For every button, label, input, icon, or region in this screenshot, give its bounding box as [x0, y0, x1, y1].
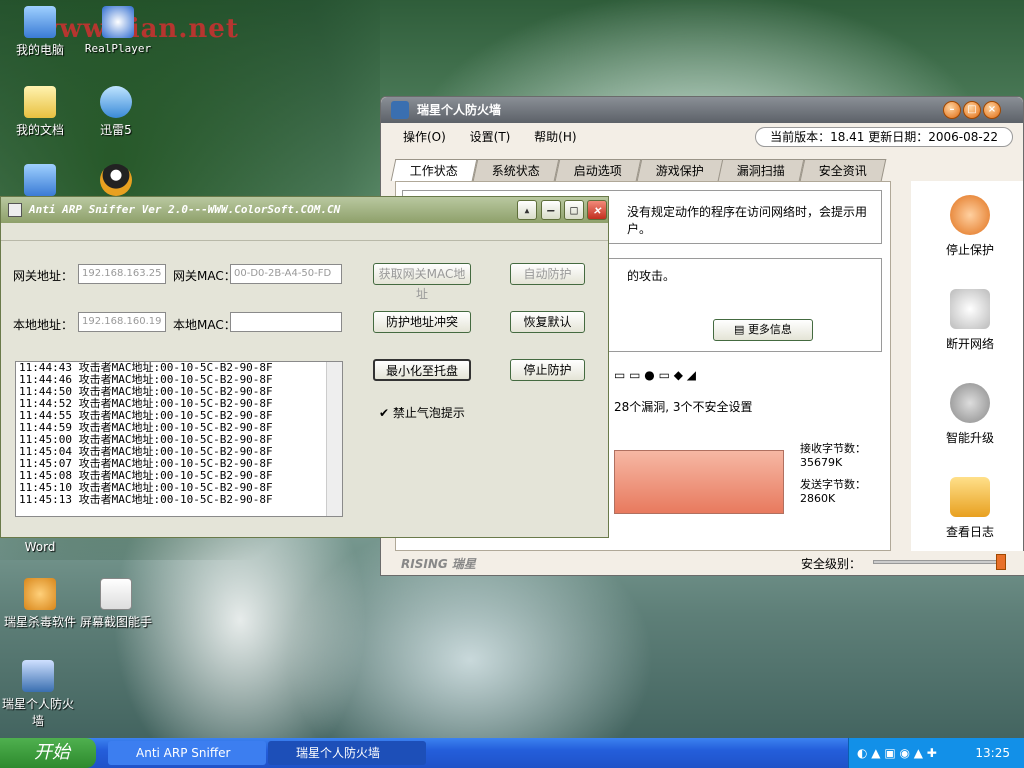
tab-work-status[interactable]: 工作状态: [390, 159, 478, 181]
recv-label: 接收字节数：: [800, 442, 866, 455]
stop-protect-button[interactable]: 停止防护: [510, 359, 585, 381]
protect-conflict-button[interactable]: 防护地址冲突: [373, 311, 471, 333]
arp-title-bar[interactable]: Anti ARP Sniffer Ver 2.0---WWW.ColorSoft…: [1, 197, 608, 223]
local-mac-label: 本地MAC：: [173, 318, 236, 332]
send-label: 发送字节数：: [800, 478, 866, 491]
rising-title: 瑞星个人防火墙: [417, 103, 502, 117]
rising-app-icon: [391, 101, 409, 119]
desktop-icon-realplayer[interactable]: RealPlayer: [78, 6, 158, 55]
arp-title: Anti ARP Sniffer Ver 2.0---WWW.ColorSoft…: [29, 203, 341, 216]
traffic-stats: 接收字节数： 35679K 发送字节数： 2860K: [800, 442, 866, 506]
upgrade-icon: [950, 383, 990, 423]
arp-sniffer-window: Anti ARP Sniffer Ver 2.0---WWW.ColorSoft…: [0, 196, 609, 538]
tab-vuln-scan[interactable]: 漏洞扫描: [718, 159, 805, 181]
desktop-icon-xunlei[interactable]: 迅雷5: [76, 86, 156, 138]
arp-maximize-button[interactable]: □: [564, 200, 584, 220]
start-button[interactable]: 开始: [0, 738, 96, 768]
auto-protect-button[interactable]: 自动防护: [510, 263, 585, 285]
minimize-to-tray-button[interactable]: 最小化至托盘: [373, 359, 471, 381]
restore-default-button[interactable]: 恢复默认: [510, 311, 585, 333]
menu-settings[interactable]: 设置(T): [470, 130, 511, 144]
tab-system-status[interactable]: 系统状态: [472, 159, 560, 181]
local-ip-label: 本地地址：: [13, 318, 74, 332]
gateway-label: 网关地址：: [13, 269, 74, 283]
log-lines: 11:44:43 攻击者MAC地址:00-10-5C-B2-90-8F 11:44…: [16, 362, 342, 506]
tab-game-protect[interactable]: 游戏保护: [636, 159, 723, 181]
menu-help[interactable]: 帮助(H): [534, 130, 576, 144]
process-icons: ▭ ▭ ● ▭ ◆ ◢: [614, 368, 697, 382]
security-level-label: 安全级别：: [801, 557, 862, 571]
maximize-button[interactable]: □: [963, 101, 981, 119]
attack-text: 的攻击。: [627, 269, 676, 283]
computer-icon: [24, 6, 56, 38]
attack-log-list[interactable]: 11:44:43 攻击者MAC地址:00-10-5C-B2-90-8F 11:44…: [15, 361, 343, 517]
send-value: 2860K: [800, 492, 836, 505]
security-level-slider[interactable]: [873, 554, 1006, 570]
folder-icon: [24, 86, 56, 118]
desktop-icon-my-documents[interactable]: 我的文档: [0, 86, 80, 138]
web-disconnect-icon: [950, 289, 990, 329]
close-button[interactable]: ×: [983, 101, 1001, 119]
task-arp-sniffer[interactable]: Anti ARP Sniffer: [108, 741, 266, 765]
rising-side-panel: 停止保护 断开网络 智能升级 查看日志: [911, 181, 1023, 551]
system-tray: ◐ ▲ ▣ ◉ ▲ ✚ 13:25: [848, 738, 1024, 768]
log-icon: [950, 477, 990, 517]
stop-protect-button[interactable]: 停止保护: [925, 195, 1015, 258]
lion-icon: [24, 578, 56, 610]
firewall-icon: [22, 660, 54, 692]
arp-app-icon: [8, 203, 22, 217]
version-info: 当前版本：18.41 更新日期：2006-08-22: [755, 127, 1013, 147]
local-mac-field[interactable]: [230, 312, 342, 332]
arp-close-button[interactable]: ✕: [587, 200, 607, 220]
view-log-button[interactable]: 查看日志: [925, 477, 1015, 540]
desktop-icon-network[interactable]: [0, 164, 80, 199]
tray-icons: ◐ ▲ ▣ ◉ ▲ ✚: [857, 746, 937, 760]
desktop-icon-rising-antivirus[interactable]: 瑞星杀毒软件: [0, 578, 80, 630]
desktop-icon-word[interactable]: Word: [0, 540, 80, 554]
taskbar: 开始 Anti ARP Sniffer 瑞星个人防火墙 ◐ ▲ ▣ ◉ ▲ ✚ 1…: [0, 738, 1024, 768]
vuln-summary: 28个漏洞, 3个不安全设置: [614, 400, 753, 414]
desktop-icon-screenshot[interactable]: 屏幕截图能手: [76, 578, 156, 630]
clock: 13:25: [975, 746, 1010, 760]
get-mac-button[interactable]: 获取网关MAC地址: [373, 263, 471, 301]
rising-tabs: 工作状态 系统状态 启动选项 游戏保护 漏洞扫描 安全资讯: [390, 159, 887, 181]
local-ip-field[interactable]: 192.168.160.19: [78, 312, 166, 332]
xunlei-icon: [100, 86, 132, 118]
gateway-mac-label: 网关MAC：: [173, 269, 236, 283]
tab-security-news[interactable]: 安全资讯: [799, 159, 887, 181]
rule-text: 没有规定动作的程序在访问网络时，会提示用户。: [627, 205, 868, 236]
desktop-icon-qq[interactable]: [76, 164, 156, 199]
network-icon: [24, 164, 56, 196]
tab-startup[interactable]: 启动选项: [554, 159, 642, 181]
more-info-button[interactable]: ▤ 更多信息: [713, 319, 813, 341]
traffic-graph: [614, 450, 784, 514]
rising-menu-bar: 操作(O) 设置(T) 帮助(H) 当前版本：18.41 更新日期：2006-0…: [381, 123, 1023, 151]
upgrade-button[interactable]: 智能升级: [925, 383, 1015, 446]
stop-icon: [950, 195, 990, 235]
arp-help-button[interactable]: ▴: [517, 200, 537, 220]
log-line: 11:45:13 攻击者MAC地址:00-10-5C-B2-90-8F: [19, 493, 273, 506]
rising-brand: RISING 瑞星: [401, 557, 476, 571]
disconnect-button[interactable]: 断开网络: [925, 289, 1015, 352]
realplayer-icon: [102, 6, 134, 38]
minimize-button[interactable]: –: [943, 101, 961, 119]
arp-menu-strip: [1, 223, 608, 241]
bubble-checkbox[interactable]: ✔ 禁止气泡提示: [379, 404, 465, 421]
screenshot-icon: [100, 578, 132, 610]
task-rising-firewall[interactable]: 瑞星个人防火墙: [268, 741, 426, 765]
recv-value: 35679K: [800, 456, 843, 469]
rising-footer: RISING 瑞星 安全级别：: [381, 551, 1024, 575]
desktop-icon-my-computer[interactable]: 我的电脑: [0, 6, 80, 58]
bubble-label: 禁止气泡提示: [392, 406, 465, 420]
menu-operate[interactable]: 操作(O): [403, 130, 446, 144]
slider-thumb[interactable]: [996, 554, 1006, 570]
log-scrollbar[interactable]: [326, 362, 342, 516]
gateway-mac-field[interactable]: 00-D0-2B-A4-50-FD: [230, 264, 342, 284]
desktop-icon-rising-firewall[interactable]: 瑞星个人防火墙: [0, 660, 78, 729]
qq-icon: [100, 164, 132, 196]
gateway-ip-field[interactable]: 192.168.163.25: [78, 264, 166, 284]
check-icon: ✔: [379, 406, 390, 420]
arp-minimize-button[interactable]: –: [541, 200, 561, 220]
rising-title-bar[interactable]: 瑞星个人防火墙 – □ ×: [381, 97, 1023, 123]
